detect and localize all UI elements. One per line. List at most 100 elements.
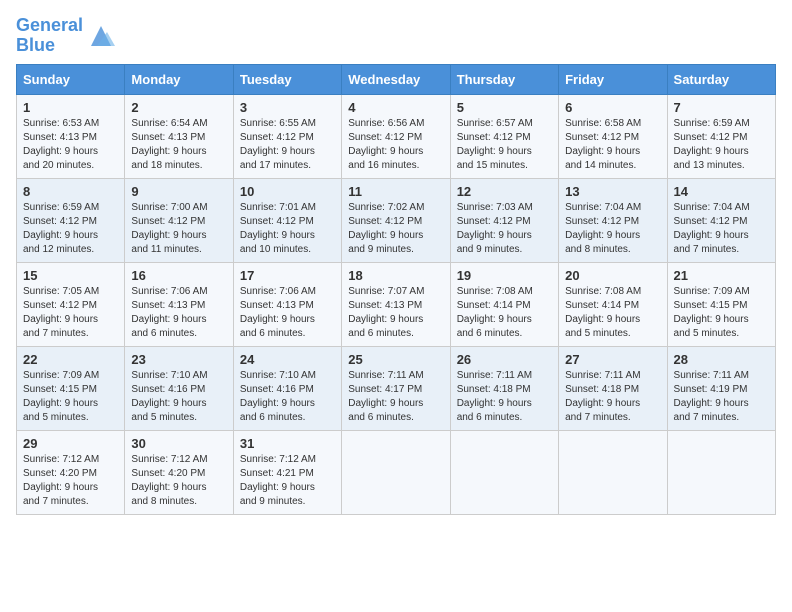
day-number: 29	[23, 436, 118, 451]
week-row-5: 29 Sunrise: 7:12 AM Sunset: 4:20 PM Dayli…	[17, 430, 776, 514]
day-number: 23	[131, 352, 226, 367]
calendar-cell: 6 Sunrise: 6:58 AM Sunset: 4:12 PM Daylig…	[559, 94, 667, 178]
day-number: 11	[348, 184, 443, 199]
day-number: 1	[23, 100, 118, 115]
header-saturday: Saturday	[667, 64, 775, 94]
calendar-cell: 31 Sunrise: 7:12 AM Sunset: 4:21 PM Dayli…	[233, 430, 341, 514]
calendar-cell: 11 Sunrise: 7:02 AM Sunset: 4:12 PM Dayli…	[342, 178, 450, 262]
cell-content: Sunrise: 7:12 AM Sunset: 4:21 PM Dayligh…	[240, 453, 335, 509]
day-number: 24	[240, 352, 335, 367]
calendar-cell: 14Sunrise: 7:04 AM Sunset: 4:12 PM Dayli…	[667, 178, 775, 262]
calendar-cell	[450, 430, 558, 514]
day-number: 25	[348, 352, 443, 367]
calendar-cell: 5 Sunrise: 6:57 AM Sunset: 4:12 PM Daylig…	[450, 94, 558, 178]
day-number: 5	[457, 100, 552, 115]
day-number: 17	[240, 268, 335, 283]
calendar-cell: 30 Sunrise: 7:12 AM Sunset: 4:20 PM Dayli…	[125, 430, 233, 514]
day-number: 7	[674, 100, 769, 115]
day-number: 21	[674, 268, 769, 283]
calendar-cell: 17 Sunrise: 7:06 AM Sunset: 4:13 PM Dayli…	[233, 262, 341, 346]
calendar-header-row: SundayMondayTuesdayWednesdayThursdayFrid…	[17, 64, 776, 94]
day-number: 2	[131, 100, 226, 115]
cell-content: Sunrise: 6:54 AM Sunset: 4:13 PM Dayligh…	[131, 117, 226, 173]
header-tuesday: Tuesday	[233, 64, 341, 94]
cell-content: Sunrise: 7:11 AM Sunset: 4:18 PM Dayligh…	[565, 369, 660, 425]
calendar-cell: 29 Sunrise: 7:12 AM Sunset: 4:20 PM Dayli…	[17, 430, 125, 514]
day-number: 30	[131, 436, 226, 451]
cell-content: Sunrise: 7:08 AM Sunset: 4:14 PM Dayligh…	[565, 285, 660, 341]
page-header: General Blue	[16, 16, 776, 56]
header-friday: Friday	[559, 64, 667, 94]
day-number: 8	[23, 184, 118, 199]
day-number: 13	[565, 184, 660, 199]
logo-text: General	[16, 16, 83, 36]
calendar-cell: 24 Sunrise: 7:10 AM Sunset: 4:16 PM Dayli…	[233, 346, 341, 430]
day-number: 16	[131, 268, 226, 283]
calendar-cell: 7 Sunrise: 6:59 AM Sunset: 4:12 PM Daylig…	[667, 94, 775, 178]
day-number: 9	[131, 184, 226, 199]
calendar-cell: 3 Sunrise: 6:55 AM Sunset: 4:12 PM Daylig…	[233, 94, 341, 178]
calendar-cell: 15 Sunrise: 7:05 AM Sunset: 4:12 PM Dayli…	[17, 262, 125, 346]
logo-icon	[87, 22, 115, 50]
week-row-4: 22Sunrise: 7:09 AM Sunset: 4:15 PM Dayli…	[17, 346, 776, 430]
day-number: 22	[23, 352, 118, 367]
calendar-cell: 4 Sunrise: 6:56 AM Sunset: 4:12 PM Daylig…	[342, 94, 450, 178]
calendar-cell: 19Sunrise: 7:08 AM Sunset: 4:14 PM Dayli…	[450, 262, 558, 346]
cell-content: Sunrise: 7:02 AM Sunset: 4:12 PM Dayligh…	[348, 201, 443, 257]
cell-content: Sunrise: 7:04 AM Sunset: 4:12 PM Dayligh…	[565, 201, 660, 257]
calendar-cell: 20 Sunrise: 7:08 AM Sunset: 4:14 PM Dayli…	[559, 262, 667, 346]
calendar-cell: 12 Sunrise: 7:03 AM Sunset: 4:12 PM Dayli…	[450, 178, 558, 262]
cell-content: Sunrise: 7:09 AM Sunset: 4:15 PM Dayligh…	[674, 285, 769, 341]
day-number: 27	[565, 352, 660, 367]
calendar-cell: 22Sunrise: 7:09 AM Sunset: 4:15 PM Dayli…	[17, 346, 125, 430]
cell-content: Sunrise: 7:10 AM Sunset: 4:16 PM Dayligh…	[240, 369, 335, 425]
cell-content: Sunrise: 6:59 AM Sunset: 4:12 PM Dayligh…	[23, 201, 118, 257]
calendar-cell: 9Sunrise: 7:00 AM Sunset: 4:12 PM Daylig…	[125, 178, 233, 262]
calendar-cell: 2 Sunrise: 6:54 AM Sunset: 4:13 PM Daylig…	[125, 94, 233, 178]
day-number: 31	[240, 436, 335, 451]
calendar-cell: 21 Sunrise: 7:09 AM Sunset: 4:15 PM Dayli…	[667, 262, 775, 346]
header-thursday: Thursday	[450, 64, 558, 94]
day-number: 26	[457, 352, 552, 367]
calendar-cell: 16 Sunrise: 7:06 AM Sunset: 4:13 PM Dayli…	[125, 262, 233, 346]
calendar-cell: 28Sunrise: 7:11 AM Sunset: 4:19 PM Dayli…	[667, 346, 775, 430]
day-number: 20	[565, 268, 660, 283]
header-sunday: Sunday	[17, 64, 125, 94]
logo-subtext: Blue	[16, 36, 83, 56]
day-number: 4	[348, 100, 443, 115]
day-number: 19	[457, 268, 552, 283]
cell-content: Sunrise: 7:12 AM Sunset: 4:20 PM Dayligh…	[131, 453, 226, 509]
calendar-cell: 27 Sunrise: 7:11 AM Sunset: 4:18 PM Dayli…	[559, 346, 667, 430]
header-monday: Monday	[125, 64, 233, 94]
header-wednesday: Wednesday	[342, 64, 450, 94]
day-number: 6	[565, 100, 660, 115]
calendar-cell: 13 Sunrise: 7:04 AM Sunset: 4:12 PM Dayli…	[559, 178, 667, 262]
calendar-cell: 10Sunrise: 7:01 AM Sunset: 4:12 PM Dayli…	[233, 178, 341, 262]
cell-content: Sunrise: 7:12 AM Sunset: 4:20 PM Dayligh…	[23, 453, 118, 509]
cell-content: Sunrise: 7:05 AM Sunset: 4:12 PM Dayligh…	[23, 285, 118, 341]
cell-content: Sunrise: 7:10 AM Sunset: 4:16 PM Dayligh…	[131, 369, 226, 425]
calendar-cell: 8 Sunrise: 6:59 AM Sunset: 4:12 PM Daylig…	[17, 178, 125, 262]
day-number: 18	[348, 268, 443, 283]
calendar-cell: 23 Sunrise: 7:10 AM Sunset: 4:16 PM Dayli…	[125, 346, 233, 430]
day-number: 12	[457, 184, 552, 199]
cell-content: Sunrise: 7:06 AM Sunset: 4:13 PM Dayligh…	[240, 285, 335, 341]
cell-content: Sunrise: 6:55 AM Sunset: 4:12 PM Dayligh…	[240, 117, 335, 173]
calendar-cell: 25Sunrise: 7:11 AM Sunset: 4:17 PM Dayli…	[342, 346, 450, 430]
cell-content: Sunrise: 6:58 AM Sunset: 4:12 PM Dayligh…	[565, 117, 660, 173]
day-number: 28	[674, 352, 769, 367]
day-number: 3	[240, 100, 335, 115]
cell-content: Sunrise: 6:56 AM Sunset: 4:12 PM Dayligh…	[348, 117, 443, 173]
day-number: 15	[23, 268, 118, 283]
cell-content: Sunrise: 7:03 AM Sunset: 4:12 PM Dayligh…	[457, 201, 552, 257]
cell-content: Sunrise: 6:57 AM Sunset: 4:12 PM Dayligh…	[457, 117, 552, 173]
calendar-cell: 26 Sunrise: 7:11 AM Sunset: 4:18 PM Dayli…	[450, 346, 558, 430]
logo: General Blue	[16, 16, 115, 56]
cell-content: Sunrise: 7:06 AM Sunset: 4:13 PM Dayligh…	[131, 285, 226, 341]
cell-content: Sunrise: 7:04 AM Sunset: 4:12 PM Dayligh…	[674, 201, 769, 257]
cell-content: Sunrise: 6:59 AM Sunset: 4:12 PM Dayligh…	[674, 117, 769, 173]
cell-content: Sunrise: 7:11 AM Sunset: 4:18 PM Dayligh…	[457, 369, 552, 425]
calendar-cell	[342, 430, 450, 514]
calendar-cell	[559, 430, 667, 514]
cell-content: Sunrise: 7:07 AM Sunset: 4:13 PM Dayligh…	[348, 285, 443, 341]
